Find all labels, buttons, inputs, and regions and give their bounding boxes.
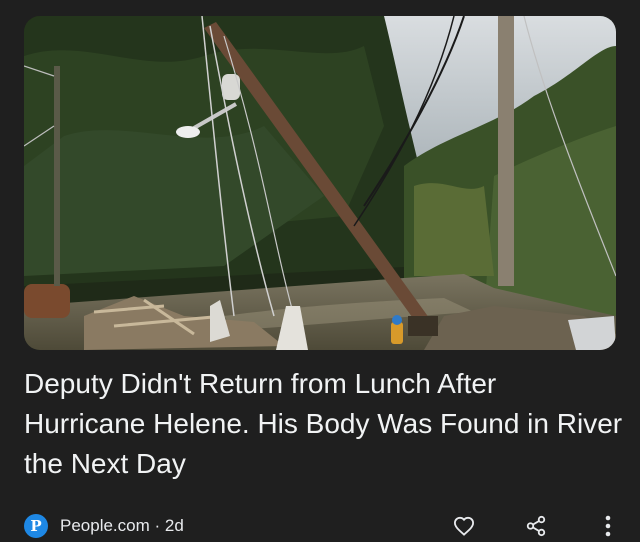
- heart-icon: [453, 516, 475, 536]
- news-card[interactable]: Deputy Didn't Return from Lunch After Hu…: [0, 0, 640, 540]
- article-image[interactable]: [24, 16, 616, 350]
- article-footer: P People.com · 2d: [24, 510, 624, 542]
- like-button[interactable]: [448, 510, 480, 542]
- more-vert-icon: [605, 515, 611, 537]
- share-icon: [526, 515, 546, 537]
- share-button[interactable]: [520, 510, 552, 542]
- article-headline[interactable]: Deputy Didn't Return from Lunch After Hu…: [24, 364, 624, 484]
- people-logo-icon: P: [24, 514, 48, 538]
- source-name[interactable]: People.com: [60, 516, 150, 535]
- source-meta: People.com · 2d: [60, 516, 184, 536]
- more-options-button[interactable]: [592, 510, 624, 542]
- article-age: 2d: [164, 516, 184, 535]
- flood-scene-image: [24, 16, 616, 350]
- card-actions: [448, 510, 624, 542]
- meta-separator: ·: [149, 516, 165, 535]
